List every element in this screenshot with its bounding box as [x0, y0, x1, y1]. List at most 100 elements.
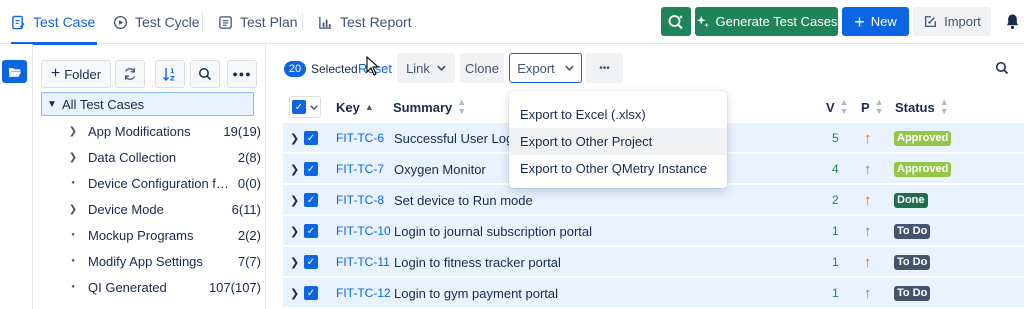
test-case-summary[interactable]: Successful User Login [394, 123, 523, 153]
column-header-summary[interactable]: Summary ▲ ▼ [393, 91, 466, 123]
bullet-icon[interactable]: ● [66, 284, 80, 290]
expand-row-icon[interactable]: ❯ [290, 123, 299, 153]
table-row[interactable]: ❯ ✓ FIT-TC-10 Login to journal subscription… [283, 216, 1024, 246]
row-checkbox[interactable]: ✓ [304, 123, 318, 153]
import-button[interactable]: Import [913, 7, 991, 36]
test-cycle-icon [113, 15, 128, 29]
test-case-key-link[interactable]: FIT-TC-7 [336, 154, 384, 184]
bullet-icon[interactable]: ● [66, 180, 80, 186]
test-case-key-link[interactable]: FIT-TC-8 [336, 185, 384, 215]
version-link[interactable]: 1 [832, 278, 839, 308]
expand-row-icon[interactable]: ❯ [290, 185, 299, 215]
checkbox-checked-icon: ✓ [304, 286, 318, 300]
column-header-summary-label: Summary [393, 99, 453, 115]
selected-label: Selected [311, 62, 358, 76]
clone-button[interactable]: Clone [460, 53, 504, 83]
row-checkbox[interactable]: ✓ [304, 185, 318, 215]
link-button[interactable]: Link [397, 53, 455, 83]
expand-row-icon[interactable]: ❯ [290, 278, 299, 308]
test-plan-icon [219, 15, 232, 29]
test-case-key-link[interactable]: FIT-TC-12 [336, 278, 391, 308]
test-case-summary[interactable]: Login to gym payment portal [394, 278, 558, 308]
export-dropdown-button[interactable]: Export [509, 53, 582, 83]
ai-search-icon [668, 14, 683, 29]
chevron-right-icon[interactable]: ❯ [66, 126, 80, 137]
import-label: Import [944, 14, 981, 29]
tab-test-report[interactable]: Test Report [318, 0, 412, 44]
tree-folder-item[interactable]: ● Mockup Programs 2(2) [66, 222, 261, 248]
test-case-key-link[interactable]: FIT-TC-11 [336, 247, 390, 277]
tree-folder-item[interactable]: ❯ App Modifications 19(19) [66, 118, 261, 144]
test-case-summary[interactable]: Oxygen Monitor [394, 154, 486, 184]
ai-search-button[interactable] [661, 7, 691, 36]
expand-row-icon[interactable]: ❯ [290, 154, 299, 184]
chevron-right-icon[interactable]: ❯ [66, 152, 80, 163]
version-link[interactable]: 2 [832, 185, 839, 215]
new-button[interactable]: + New [842, 7, 909, 36]
column-header-status[interactable]: Status ▲ ▼ [895, 91, 949, 123]
export-menu-item[interactable]: Export to Other Project [509, 128, 727, 155]
export-dropdown-menu: Export to Excel (.xlsx) Export to Other P… [509, 91, 727, 188]
select-all-checkbox[interactable]: ✓ [289, 96, 321, 118]
tree-folder-item[interactable]: ❯ Data Collection 2(8) [66, 144, 261, 170]
row-checkbox[interactable]: ✓ [304, 247, 318, 277]
tab-test-plan[interactable]: Test Plan [218, 0, 298, 44]
column-header-key[interactable]: Key ▲ [336, 91, 374, 123]
tree-folder-item[interactable]: ❯ Device Mode 6(11) [66, 196, 261, 222]
priority-arrow-up-icon: ↑ [864, 222, 872, 240]
tab-test-cycle[interactable]: Test Cycle [113, 0, 200, 44]
test-case-key-link[interactable]: FIT-TC-10 [336, 216, 391, 246]
refresh-button[interactable] [115, 60, 145, 88]
test-case-summary[interactable]: Set device to Run mode [394, 185, 533, 215]
checkbox-checked-icon: ✓ [304, 131, 318, 145]
test-case-key-link[interactable]: FIT-TC-6 [336, 123, 384, 153]
expand-row-icon[interactable]: ❯ [290, 216, 299, 246]
test-case-icon [12, 15, 25, 29]
sort-icon: ▲ ▼ [874, 97, 884, 116]
row-checkbox[interactable]: ✓ [304, 154, 318, 184]
status-badge: To Do [894, 285, 931, 301]
folder-view-button[interactable] [2, 60, 27, 83]
folder-tree-panel: + Folder 1Z ●●● ▼ All Test Cases ❯ App Mo… [33, 44, 266, 309]
more-actions-button[interactable]: ••• [586, 53, 623, 83]
more-icon: ••• [599, 62, 610, 74]
top-navigation: Test Case Test Cycle Test Plan Test Repo… [0, 0, 1024, 45]
tab-test-case[interactable]: Test Case [11, 0, 97, 45]
generate-test-cases-button[interactable]: Generate Test Cases [695, 7, 838, 36]
bell-icon[interactable] [1005, 13, 1020, 30]
checkbox-checked-icon: ✓ [304, 255, 318, 269]
test-case-summary[interactable]: Login to fitness tracker portal [394, 247, 561, 277]
search-folder-button[interactable] [190, 60, 220, 88]
status-cell: To Do [894, 247, 931, 277]
table-row[interactable]: ❯ ✓ FIT-TC-8 Set device to Run mode 2 ↑ Done [283, 185, 1024, 215]
row-checkbox[interactable]: ✓ [304, 216, 318, 246]
column-header-priority[interactable]: P ▲ ▼ [861, 91, 884, 123]
folder-more-button[interactable]: ●●● [227, 60, 257, 88]
bullet-icon[interactable]: ● [66, 232, 80, 238]
column-header-version[interactable]: V ▲ ▼ [826, 91, 849, 123]
version-link[interactable]: 1 [832, 247, 839, 277]
export-menu-item[interactable]: Export to Excel (.xlsx) [509, 101, 727, 128]
tree-folder-item[interactable]: ● QI Generated 107(107) [66, 274, 261, 300]
row-checkbox[interactable]: ✓ [304, 278, 318, 308]
add-folder-button[interactable]: + Folder [41, 60, 111, 88]
tree-folder-item[interactable]: ● Modify App Settings 7(7) [66, 248, 261, 274]
chevron-down-icon [310, 104, 318, 110]
chevron-right-icon[interactable]: ❯ [66, 204, 80, 215]
version-link[interactable]: 1 [832, 216, 839, 246]
table-row[interactable]: ❯ ✓ FIT-TC-12 Login to gym payment portal 1 ↑… [283, 278, 1024, 308]
bullet-icon[interactable]: ● [66, 258, 80, 264]
sort-ascending-icon: 1Z [163, 67, 175, 82]
expand-row-icon[interactable]: ❯ [290, 247, 299, 277]
status-cell: Done [894, 185, 928, 215]
test-case-summary[interactable]: Login to journal subscription portal [394, 216, 592, 246]
version-link[interactable]: 5 [832, 123, 839, 153]
tree-root-all-test-cases[interactable]: ▼ All Test Cases [41, 92, 254, 116]
export-menu-item[interactable]: Export to Other QMetry Instance [509, 155, 727, 182]
status-badge: Approved [894, 130, 952, 146]
version-link[interactable]: 4 [832, 154, 839, 184]
table-row[interactable]: ❯ ✓ FIT-TC-11 Login to fitness tracker port… [283, 247, 1024, 277]
search-icon[interactable] [995, 61, 1009, 75]
sort-button[interactable]: 1Z [155, 60, 185, 88]
tree-folder-item[interactable]: ● Device Configuration fo... 0(0) [66, 170, 261, 196]
